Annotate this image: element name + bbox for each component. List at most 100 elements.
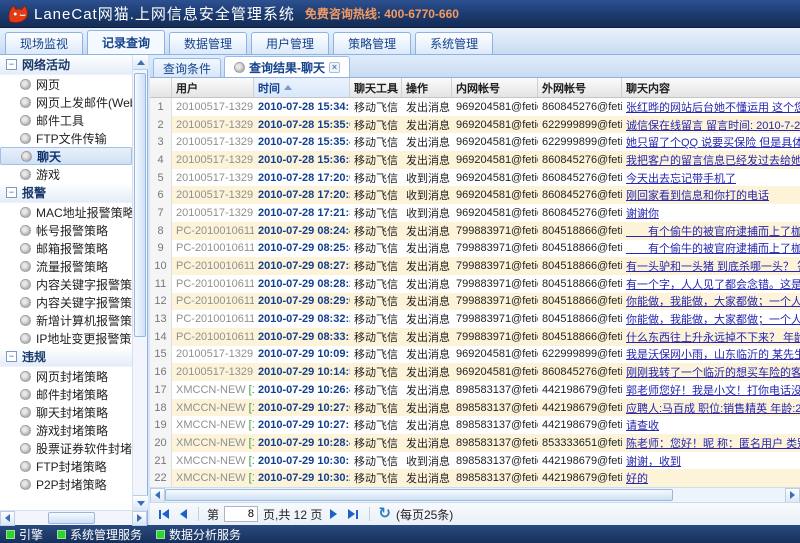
header-internal-account[interactable]: 内网帐号	[452, 78, 538, 97]
chat-content-link[interactable]: 有一头驴和一头猪 到底杀哪一头？ 答案：杀猪	[626, 261, 800, 273]
chat-content-link[interactable]: 有个偷牛的被官府逮捕而上了枷锁。熟人!	[626, 243, 800, 255]
table-row[interactable]: 21 XMCCN-NEW[19: 2010-07-29 10:30:10 移动飞…	[150, 452, 800, 470]
scrollbar-thumb[interactable]	[165, 489, 673, 501]
table-row[interactable]: 9 PC-20100106111 2010-07-29 08:25:43 移动飞…	[150, 240, 800, 258]
nav-tab[interactable]: 现场监视	[5, 32, 83, 54]
first-page-button[interactable]	[156, 507, 172, 521]
table-row[interactable]: 10 PC-20100106111 2010-07-29 08:27:31 移动…	[150, 257, 800, 275]
tree-item[interactable]: FTP封堵策略	[0, 457, 132, 475]
scroll-down-arrow[interactable]	[133, 495, 148, 510]
table-row[interactable]: 11 PC-20100106111 2010-07-29 08:28:29 移动…	[150, 275, 800, 293]
chat-content-link[interactable]: 谢谢，收到	[626, 456, 681, 468]
tree-item[interactable]: 帐号报警策略	[0, 221, 132, 239]
table-row[interactable]: 19 XMCCN-NEW[19: 2010-07-29 10:27:15 移动飞…	[150, 416, 800, 434]
scroll-up-arrow[interactable]	[133, 55, 148, 70]
tree-item[interactable]: 游戏	[0, 165, 132, 183]
chat-content-link[interactable]: 今天出去忘记带手机了	[626, 173, 736, 185]
header-chat-tool[interactable]: 聊天工具	[350, 78, 402, 97]
table-row[interactable]: 18 XMCCN-NEW[19: 2010-07-29 10:27:04 移动飞…	[150, 399, 800, 417]
table-row[interactable]: 20 XMCCN-NEW[19: 2010-07-29 10:28:42 移动飞…	[150, 434, 800, 452]
tree-item[interactable]: 游戏封堵策略	[0, 421, 132, 439]
tree-item[interactable]: 内容关键字报警策略.网	[0, 275, 132, 293]
chat-content-link[interactable]: 诚信保在线留言 留言时间: 2010-7-28 10:50:0	[626, 120, 800, 132]
tree-item[interactable]: 网页封堵策略	[0, 367, 132, 385]
sidebar-vertical-scrollbar[interactable]	[132, 55, 147, 510]
chat-content-link[interactable]: 张红晔的网站后台她不懂运用 这个您有空记得	[626, 102, 800, 114]
last-page-button[interactable]	[345, 507, 361, 521]
tree-item[interactable]: 内容关键字报警策略.邮	[0, 293, 132, 311]
tree-item[interactable]: 邮箱报警策略	[0, 239, 132, 257]
next-page-button[interactable]	[327, 507, 340, 521]
nav-tab[interactable]: 用户管理	[251, 32, 329, 54]
table-row[interactable]: 4 20100517-1329[1 2010-07-28 15:36:30 移动…	[150, 151, 800, 169]
close-icon[interactable]: ×	[329, 62, 340, 73]
scroll-right-arrow[interactable]	[132, 511, 147, 526]
scrollbar-thumb[interactable]	[134, 73, 146, 337]
tree-item[interactable]: 股票证券软件封堵策略	[0, 439, 132, 457]
table-row[interactable]: 1 20100517-1329[1 2010-07-28 15:34:11 移动…	[150, 98, 800, 116]
chat-content-link[interactable]: 你能做，我能做，大家都做；一个人能做，两	[626, 296, 800, 308]
tree-item[interactable]: 新增计算机报警策略	[0, 311, 132, 329]
chat-content-link[interactable]: 谢谢你	[626, 208, 659, 220]
chat-content-link[interactable]: 有一个字，人人见了都会念错。这是什么字？!	[626, 279, 800, 291]
tab-query-results-chat[interactable]: 查询结果-聊天 ×	[224, 56, 350, 77]
chat-content-link[interactable]: 应聘人:马百成 职位:销售精英 年龄:24 性别(0男	[626, 403, 800, 415]
chat-content-link[interactable]: 你能做，我能做，大家都做；一个人能做，两	[626, 314, 800, 326]
tree-item[interactable]: P2P封堵策略	[0, 475, 132, 493]
tree-item[interactable]: 网页	[0, 75, 132, 93]
table-row[interactable]: 8 PC-20100106111 2010-07-29 08:24:43 移动飞…	[150, 222, 800, 240]
header-user[interactable]: 用户	[172, 78, 254, 97]
tree-item[interactable]: 流量报警策略	[0, 257, 132, 275]
scroll-left-arrow[interactable]	[150, 488, 165, 503]
chat-content-link[interactable]: 郭老师您好！我是小文！打你电话没有接，有	[626, 385, 800, 397]
header-time[interactable]: 时间	[254, 78, 350, 97]
tree-item[interactable]: 邮件封堵策略	[0, 385, 132, 403]
refresh-icon[interactable]: ↻	[378, 507, 391, 521]
collapse-icon[interactable]: −	[6, 187, 17, 198]
tree-item[interactable]: MAC地址报警策略	[0, 203, 132, 221]
table-row[interactable]: 14 PC-20100106111 2010-07-29 08:33:11 移动…	[150, 328, 800, 346]
tree-item[interactable]: 聊天	[0, 147, 132, 165]
tree-section-alarm[interactable]: − 报警	[0, 183, 132, 203]
nav-tab[interactable]: 记录查询	[87, 30, 165, 54]
header-action[interactable]: 操作	[402, 78, 452, 97]
table-row[interactable]: 17 XMCCN-NEW[19: 2010-07-29 10:26:41 移动飞…	[150, 381, 800, 399]
chat-content-link[interactable]: 什么东西往上升永远掉不下来？ 年龄	[626, 332, 800, 344]
table-row[interactable]: 13 PC-20100106111 2010-07-29 08:32:25 移动…	[150, 310, 800, 328]
tree-item[interactable]: FTP文件传输	[0, 129, 132, 147]
table-row[interactable]: 15 20100517-1329[1 2010-07-29 10:09:16 移…	[150, 346, 800, 364]
header-external-account[interactable]: 外网帐号	[538, 78, 622, 97]
nav-tab[interactable]: 数据管理	[169, 32, 247, 54]
chat-content-link[interactable]: 陈老师：您好！昵 称：匿名用户 类别：未知	[626, 438, 800, 450]
collapse-icon[interactable]: −	[6, 59, 17, 70]
table-row[interactable]: 12 PC-20100106111 2010-07-29 08:29:00 移动…	[150, 293, 800, 311]
chat-content-link[interactable]: 她只留了个QQ 说要买保险 但是具体的您回去	[626, 137, 800, 149]
prev-page-button[interactable]	[177, 507, 190, 521]
table-row[interactable]: 22 XMCCN-NEW[19: 2010-07-29 10:30:27 移动飞…	[150, 469, 800, 487]
tab-query-conditions[interactable]: 查询条件	[153, 58, 221, 77]
grid-horizontal-scrollbar[interactable]	[150, 487, 800, 502]
collapse-icon[interactable]: −	[6, 351, 17, 362]
chat-content-link[interactable]: 我把客户的留言信息已经发过去给她了	[626, 155, 800, 167]
tree-item[interactable]: 聊天封堵策略	[0, 403, 132, 421]
table-row[interactable]: 16 20100517-1329[1 2010-07-29 10:14:54 移…	[150, 363, 800, 381]
table-row[interactable]: 2 20100517-1329[1 2010-07-28 15:35:02 移动…	[150, 116, 800, 134]
tree-item[interactable]: IP地址变更报警策略	[0, 329, 132, 347]
chat-content-link[interactable]: 有个偷牛的被官府逮捕而上了枷锁。熟人!	[626, 226, 800, 238]
table-row[interactable]: 7 20100517-1329[1 2010-07-28 17:21:32 移动…	[150, 204, 800, 222]
scrollbar-thumb[interactable]	[48, 512, 95, 524]
table-row[interactable]: 3 20100517-1329[1 2010-07-28 15:35:44 移动…	[150, 133, 800, 151]
chat-content-link[interactable]: 刚刚我转了一个临沂的想买车险的客户给张红	[626, 367, 800, 379]
tree-item[interactable]: 网页上发邮件(Web Mai	[0, 93, 132, 111]
chat-content-link[interactable]: 我是沃保网小雨，山东临沂的 某先生1386497	[626, 349, 800, 361]
table-row[interactable]: 6 20100517-1329[1 2010-07-28 17:20:27 移动…	[150, 186, 800, 204]
header-chat-content[interactable]: 聊天内容	[622, 78, 800, 97]
tree-section-violation[interactable]: − 违规	[0, 347, 132, 367]
nav-tab[interactable]: 系统管理	[415, 32, 493, 54]
sidebar-horizontal-scrollbar[interactable]	[0, 510, 147, 525]
tree-item[interactable]: 邮件工具	[0, 111, 132, 129]
scroll-right-arrow[interactable]	[785, 488, 800, 503]
table-row[interactable]: 5 20100517-1329[1 2010-07-28 17:20:05 移动…	[150, 169, 800, 187]
chat-content-link[interactable]: 请查收	[626, 420, 659, 432]
tree-section-network-activity[interactable]: − 网络活动	[0, 55, 132, 75]
